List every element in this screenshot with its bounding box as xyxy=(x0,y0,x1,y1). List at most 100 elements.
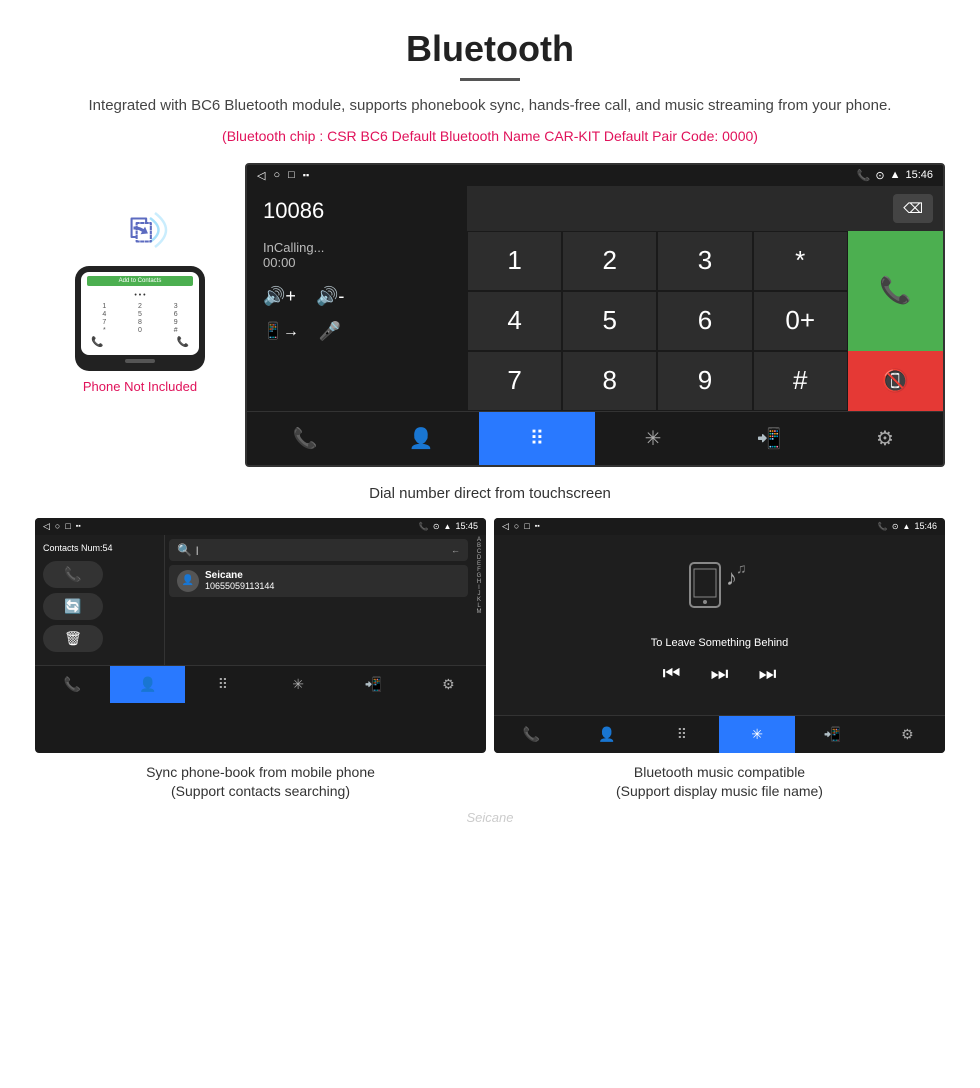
contacts-nav-keypad[interactable]: ⠿ xyxy=(185,666,260,703)
dial-nav-contacts[interactable]: 👤 xyxy=(363,412,479,465)
dial-screen: ◁ ○ □ ▪▪ 📞 ⊙ ▲ 15:46 10086 InCalling... xyxy=(245,163,945,467)
contacts-signal: ▪▪ xyxy=(76,523,81,530)
contact-list-item[interactable]: 👤 Seicane 10655059113144 xyxy=(169,565,468,597)
phone-not-included-label: Phone Not Included xyxy=(83,379,197,394)
key-8[interactable]: 8 xyxy=(562,351,657,411)
sync-button[interactable]: 🔄 xyxy=(43,593,103,620)
contacts-left-panel: Contacts Num:54 📞 🔄 🗑 xyxy=(35,535,165,665)
dial-status-bar: ◁ ○ □ ▪▪ 📞 ⊙ ▲ 15:46 xyxy=(247,165,943,186)
delete-button[interactable]: 🗑 xyxy=(43,625,103,652)
contacts-nav-transfer[interactable]: 📲 xyxy=(336,666,411,703)
music-location-icon: ⊙ xyxy=(892,522,899,531)
prev-track-button[interactable]: ⏮ xyxy=(663,663,681,686)
main-content: ⎘ Add to Contacts • • • 123 456 789 *0# … xyxy=(0,163,980,825)
music-nav-contacts[interactable]: 👤 xyxy=(569,716,644,753)
vol-up-icon[interactable]: 🔊+ xyxy=(263,286,296,307)
contacts-search-bar[interactable]: 🔍 | ← xyxy=(169,539,468,561)
music-nav-transfer[interactable]: 📲 xyxy=(795,716,870,753)
key-5[interactable]: 5 xyxy=(562,291,657,351)
music-phone-icon: 📞 xyxy=(878,522,888,531)
svg-text:⎘: ⎘ xyxy=(130,214,152,245)
top-section: ⎘ Add to Contacts • • • 123 456 789 *0# … xyxy=(30,163,950,467)
dial-number: 10086 xyxy=(263,198,451,224)
transfer-icon[interactable]: 📱→ xyxy=(263,321,299,342)
music-signal: ▪▪ xyxy=(535,523,540,530)
call-green-button[interactable]: 📞 xyxy=(848,231,943,351)
dial-status-left: ◁ ○ □ ▪▪ xyxy=(257,169,309,182)
page-title: Bluetooth xyxy=(40,28,940,70)
circle-icon: ○ xyxy=(273,169,280,181)
svg-text:♫: ♫ xyxy=(736,560,747,576)
dial-keys-grid: 1 2 3 * 📞 4 5 6 0+ 7 8 9 # xyxy=(467,231,943,411)
dial-input-display[interactable] xyxy=(477,198,885,218)
play-pause-button[interactable]: ⏭ xyxy=(711,663,729,686)
contacts-caption: Sync phone-book from mobile phone (Suppo… xyxy=(35,763,486,802)
music-square-icon: □ xyxy=(524,521,529,531)
phone-keypad: 123 456 789 *0# xyxy=(87,303,193,334)
contacts-nav-calls[interactable]: 📞 xyxy=(35,666,110,703)
music-status-left: ◁ ○ □ ▪▪ xyxy=(502,521,540,532)
dial-keypad-area: ⌫ 1 2 3 * 📞 4 5 6 0+ xyxy=(467,186,943,411)
contacts-body: Contacts Num:54 📞 🔄 🗑 🔍 | ← 👤 xyxy=(35,535,486,665)
contacts-alpha-list: A B C D E F G H I J K L M xyxy=(472,535,486,665)
contacts-nav-bluetooth[interactable]: ✳ xyxy=(260,666,335,703)
location-icon: ⊙ xyxy=(875,169,884,182)
back-icon: ◁ xyxy=(257,169,265,182)
backspace-button[interactable]: ⌫ xyxy=(893,194,933,223)
contacts-nav-contacts[interactable]: 👤 xyxy=(110,666,185,703)
vol-down-icon[interactable]: 🔊- xyxy=(316,286,344,307)
phone-bottom-bar: 📞 📞 xyxy=(87,334,193,351)
music-nav-bar: 📞 👤 ⠿ ✳ 📲 ⚙ xyxy=(494,715,945,753)
dial-input-row: ⌫ xyxy=(467,186,943,231)
bluetooth-signal-icon: ⎘ xyxy=(105,203,175,258)
dial-nav-bluetooth[interactable]: ✳ xyxy=(595,412,711,465)
bottom-section: ◁ ○ □ ▪▪ 📞 ⊙ ▲ 15:45 Contacts Num:54 📞 🔄 xyxy=(35,518,945,753)
music-nav-bluetooth[interactable]: ✳ xyxy=(719,716,794,753)
key-star[interactable]: * xyxy=(753,231,848,291)
key-7[interactable]: 7 xyxy=(467,351,562,411)
key-2[interactable]: 2 xyxy=(562,231,657,291)
call-end-button[interactable]: 📵 xyxy=(848,351,943,411)
music-nav-settings[interactable]: ⚙ xyxy=(870,716,945,753)
music-status-bar: ◁ ○ □ ▪▪ 📞 ⊙ ▲ 15:46 xyxy=(494,518,945,535)
phone-screen: Add to Contacts • • • 123 456 789 *0# 📞 … xyxy=(81,272,199,355)
dial-timer: 00:00 xyxy=(263,255,451,270)
key-4[interactable]: 4 xyxy=(467,291,562,351)
dial-nav-transfer[interactable]: 📲 xyxy=(711,412,827,465)
dial-info: 10086 InCalling... 00:00 🔊+ 🔊- 📱→ 🎤 xyxy=(247,186,467,411)
contacts-screen: ◁ ○ □ ▪▪ 📞 ⊙ ▲ 15:45 Contacts Num:54 📞 🔄 xyxy=(35,518,486,753)
dial-top: 10086 InCalling... 00:00 🔊+ 🔊- 📱→ 🎤 xyxy=(247,186,943,411)
contacts-status-bar: ◁ ○ □ ▪▪ 📞 ⊙ ▲ 15:45 xyxy=(35,518,486,535)
music-nav-calls[interactable]: 📞 xyxy=(494,716,569,753)
search-icon: 🔍 xyxy=(177,543,192,557)
key-6[interactable]: 6 xyxy=(657,291,752,351)
key-1[interactable]: 1 xyxy=(467,231,562,291)
contacts-phone-icon: 📞 xyxy=(419,522,429,531)
key-hash[interactable]: # xyxy=(753,351,848,411)
contacts-square-icon: □ xyxy=(65,521,70,531)
music-caption-line1: Bluetooth music compatible xyxy=(634,764,805,780)
contact-name: Seicane xyxy=(205,570,274,581)
key-3[interactable]: 3 xyxy=(657,231,752,291)
dial-nav-calls[interactable]: 📞 xyxy=(247,412,363,465)
mic-icon[interactable]: 🎤 xyxy=(319,321,341,342)
dial-nav-settings[interactable]: ⚙ xyxy=(827,412,943,465)
music-nav-keypad[interactable]: ⠿ xyxy=(644,716,719,753)
next-track-button[interactable]: ⏭ xyxy=(759,663,777,686)
key-0plus[interactable]: 0+ xyxy=(753,291,848,351)
music-screen: ◁ ○ □ ▪▪ 📞 ⊙ ▲ 15:46 xyxy=(494,518,945,753)
music-body: ♪ ♫ To Leave Something Behind ⏮ ⏭ ⏭ xyxy=(494,535,945,715)
contacts-caption-line1: Sync phone-book from mobile phone xyxy=(146,764,375,780)
page-header: Bluetooth Integrated with BC6 Bluetooth … xyxy=(0,0,980,163)
contacts-nav-settings[interactable]: ⚙ xyxy=(411,666,486,703)
contact-info: Seicane 10655059113144 xyxy=(205,570,274,591)
contact-number: 10655059113144 xyxy=(205,581,274,591)
dial-nav-keypad[interactable]: ⠿ xyxy=(479,412,595,465)
key-9[interactable]: 9 xyxy=(657,351,752,411)
contacts-caption-line2: (Support contacts searching) xyxy=(171,783,350,799)
square-icon: □ xyxy=(288,169,295,181)
spec-line: (Bluetooth chip : CSR BC6 Default Blueto… xyxy=(40,126,940,147)
call-button[interactable]: 📞 xyxy=(43,561,103,588)
contacts-time: 15:45 xyxy=(455,521,478,531)
music-artwork-icon: ♪ ♫ xyxy=(680,555,760,627)
